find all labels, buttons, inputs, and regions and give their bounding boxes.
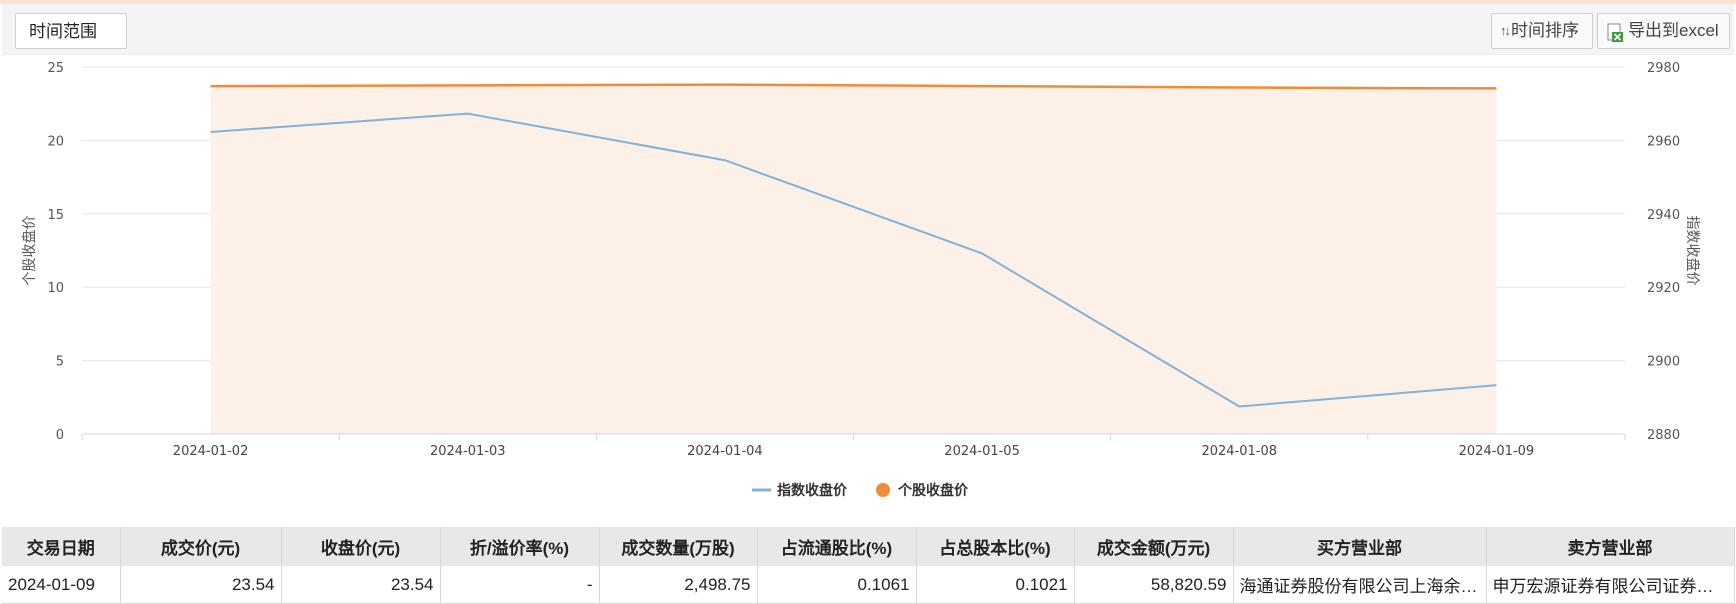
- column-header[interactable]: 折/溢价率(%): [440, 527, 600, 566]
- right-y-tick-label: 2920: [1647, 281, 1680, 296]
- table-row[interactable]: 2024-01-09 23.54 23.54-2,498.75 0.1061 0.102…: [2, 566, 1735, 604]
- left-y-tick-label: 25: [47, 61, 64, 76]
- table-cell: 申万宏源证券有限公司证券投…: [1486, 566, 1735, 604]
- left-axis-title: 个股收盘价: [21, 216, 37, 286]
- export-excel-button[interactable]: 导出到excel: [1597, 13, 1730, 49]
- table-cell: 0.1021: [916, 566, 1075, 604]
- legend-stock-label: 个股收盘价: [897, 482, 969, 498]
- right-axis-title: 指数收盘价: [1685, 216, 1701, 286]
- right-y-tick-label: 2940: [1647, 208, 1680, 223]
- toolbar: 时间范围 ↑↓ 时间排序 导出到excel: [2, 4, 1734, 55]
- time-range-label: 时间范围: [29, 22, 97, 41]
- left-y-tick-label: 10: [47, 281, 64, 296]
- left-y-tick-label: 20: [47, 134, 64, 149]
- left-y-tick-label: 0: [56, 428, 64, 443]
- time-sort-label: 时间排序: [1511, 21, 1579, 40]
- column-header[interactable]: 交易日期: [2, 527, 121, 566]
- column-header[interactable]: 成交数量(万股): [599, 527, 758, 566]
- table-cell: 海通证券股份有限公司上海余…: [1233, 566, 1487, 604]
- time-range-button[interactable]: 时间范围: [15, 13, 127, 49]
- table-cell: 0.1061: [757, 566, 917, 604]
- table-cell: 2,498.75: [599, 566, 758, 604]
- legend-stock-swatch: [876, 483, 890, 497]
- time-sort-button[interactable]: ↑↓ 时间排序: [1491, 13, 1593, 49]
- column-header[interactable]: 占总股本比(%): [916, 527, 1075, 566]
- x-tick-label: 2024-01-08: [1201, 444, 1277, 459]
- left-y-tick-label: 5: [56, 355, 64, 370]
- export-excel-label: 导出到excel: [1628, 21, 1719, 40]
- table-cell: 23.54: [281, 566, 441, 604]
- table-cell: 58,820.59: [1074, 566, 1234, 604]
- table-header-row: 交易日期 成交价(元) 收盘价(元) 折/溢价率(%) 成交数量(万股) 占流通股比(%)…: [2, 527, 1735, 566]
- table-cell: 23.54: [120, 566, 282, 604]
- column-header[interactable]: 成交价(元): [120, 527, 282, 566]
- legend-index-label: 指数收盘价: [777, 482, 848, 498]
- column-header[interactable]: 成交金额(万元): [1074, 527, 1234, 566]
- column-header[interactable]: 买方营业部: [1233, 527, 1487, 566]
- column-header[interactable]: 收盘价(元): [281, 527, 441, 566]
- block-trade-table: 交易日期 成交价(元) 收盘价(元) 折/溢价率(%) 成交数量(万股) 占流通股比(%)…: [2, 527, 1735, 604]
- table-cell: -: [440, 566, 600, 604]
- column-header[interactable]: 占流通股比(%): [757, 527, 917, 566]
- dual-axis-chart: 2024-01-02 2024-01-03 2024-01-04 2024-01-05…: [21, 61, 1701, 498]
- right-y-tick-label: 2980: [1647, 61, 1680, 76]
- stock-close-area: [210, 84, 1497, 434]
- table-body: 2024-01-09 23.54 23.54-2,498.75 0.1061 0.102…: [2, 566, 1735, 604]
- x-tick-label: 2024-01-05: [944, 444, 1020, 459]
- x-tick-label: 2024-01-03: [430, 444, 506, 459]
- x-tick-label: 2024-01-02: [173, 444, 249, 459]
- x-tick-label: 2024-01-04: [687, 444, 763, 459]
- left-y-tick-label: 15: [47, 208, 64, 223]
- right-y-tick-label: 2960: [1647, 134, 1680, 149]
- column-header[interactable]: 卖方营业部: [1486, 527, 1735, 566]
- right-y-tick-label: 2900: [1647, 355, 1680, 370]
- right-y-tick-label: 2880: [1647, 428, 1680, 443]
- chart-area: 2024-01-02 2024-01-03 2024-01-04 2024-01-05…: [0, 56, 1736, 518]
- excel-icon: [1606, 21, 1624, 42]
- sort-arrows-icon: ↑↓: [1500, 23, 1511, 38]
- x-tick-label: 2024-01-09: [1459, 444, 1535, 459]
- table-cell: 2024-01-09: [2, 566, 121, 604]
